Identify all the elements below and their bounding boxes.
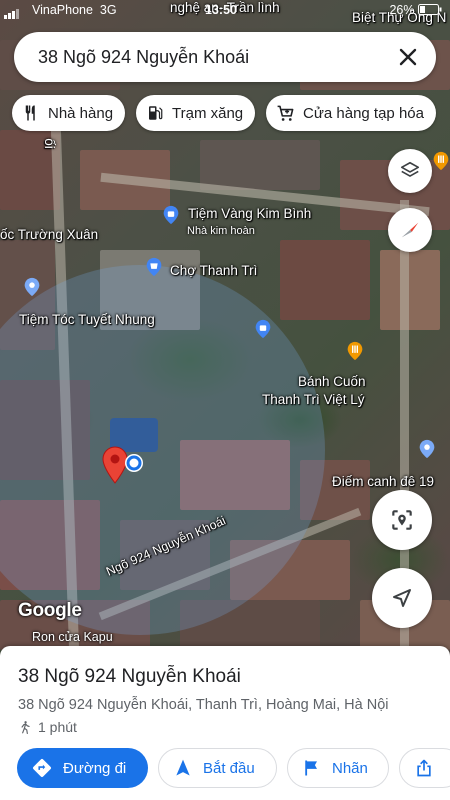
store-pin-icon[interactable]: [252, 318, 274, 340]
chip-gas-stations[interactable]: Trạm xăng: [136, 95, 256, 131]
compass-button[interactable]: [388, 208, 432, 252]
market-pin-icon[interactable]: [143, 256, 165, 278]
flag-icon: [305, 760, 317, 776]
layers-icon: [400, 161, 420, 177]
map-label: ối: [41, 138, 57, 149]
chip-label: Trạm xăng: [172, 104, 244, 122]
start-button[interactable]: Bắt đầu: [158, 748, 277, 788]
poi-label[interactable]: Thanh Trì Việt Lý: [262, 392, 365, 407]
cart-icon: [277, 105, 294, 121]
poi-label[interactable]: Điếm canh đê 19: [332, 474, 434, 489]
current-location-dot-icon: [125, 454, 143, 472]
chip-label: Nhà hàng: [48, 104, 114, 122]
poi-label[interactable]: Tiệm Tóc Tuyết Nhung: [19, 312, 155, 327]
close-icon[interactable]: [396, 45, 420, 69]
walk-time: 1 phút: [18, 719, 77, 735]
navigation-arrow-icon: [393, 589, 411, 607]
compass-icon: [401, 222, 419, 238]
place-pin-icon[interactable]: [21, 276, 43, 298]
navigation-icon: [176, 759, 190, 776]
google-logo: Google: [18, 600, 82, 621]
signal-icon: [4, 5, 20, 19]
chip-restaurants[interactable]: Nhà hàng: [12, 95, 126, 131]
gas-station-icon: [149, 106, 163, 120]
carrier-label: VinaPhone 3G: [32, 3, 117, 17]
map-label: ốc Trường Xuân: [0, 227, 99, 242]
directions-button[interactable]: Đường đi: [17, 748, 148, 788]
poi-sublabel: Nhà kim hoàn: [187, 225, 255, 237]
visual-search-icon: [392, 510, 412, 530]
search-bar[interactable]: 38 Ngõ 924 Nguyễn Khoái: [14, 32, 436, 82]
poi-label[interactable]: Bánh Cuốn: [298, 374, 366, 389]
share-button[interactable]: [399, 748, 450, 788]
my-location-button[interactable]: [372, 568, 432, 628]
directions-icon: [33, 759, 51, 777]
battery-indicator: 26%: [389, 3, 442, 17]
restaurant-pin-icon[interactable]: [430, 150, 450, 172]
search-input[interactable]: 38 Ngõ 924 Nguyễn Khoái: [38, 47, 249, 68]
restaurant-icon: [25, 105, 35, 121]
status-bar: VinaPhone 3G 13:50 26%: [0, 0, 450, 22]
chip-label: Cửa hàng tạp hóa: [303, 104, 424, 122]
restaurant-pin-icon[interactable]: [344, 340, 366, 362]
place-pin-icon[interactable]: [416, 438, 438, 460]
walking-icon: [21, 721, 30, 734]
clock: 13:50: [205, 3, 237, 17]
place-title: 38 Ngõ 924 Nguyễn Khoái: [18, 666, 241, 687]
poi-label[interactable]: Tiệm Vàng Kim Bình: [188, 206, 311, 221]
place-bottom-sheet[interactable]: 38 Ngõ 924 Nguyễn Khoái 38 Ngõ 924 Nguyễ…: [0, 646, 450, 800]
map-label: Ron cửa Kapu: [32, 630, 113, 644]
label-button[interactable]: Nhãn: [287, 748, 389, 788]
share-icon: [417, 759, 431, 777]
lens-button[interactable]: [372, 490, 432, 550]
chip-grocery[interactable]: Cửa hàng tạp hóa: [266, 95, 436, 131]
place-address: 38 Ngõ 924 Nguyễn Khoái, Thanh Trì, Hoàn…: [18, 697, 389, 713]
battery-icon: [418, 4, 442, 15]
layers-button[interactable]: [388, 149, 432, 193]
jewelry-store-pin-icon[interactable]: [160, 204, 182, 226]
poi-label[interactable]: Chợ Thanh Trì: [170, 263, 257, 278]
